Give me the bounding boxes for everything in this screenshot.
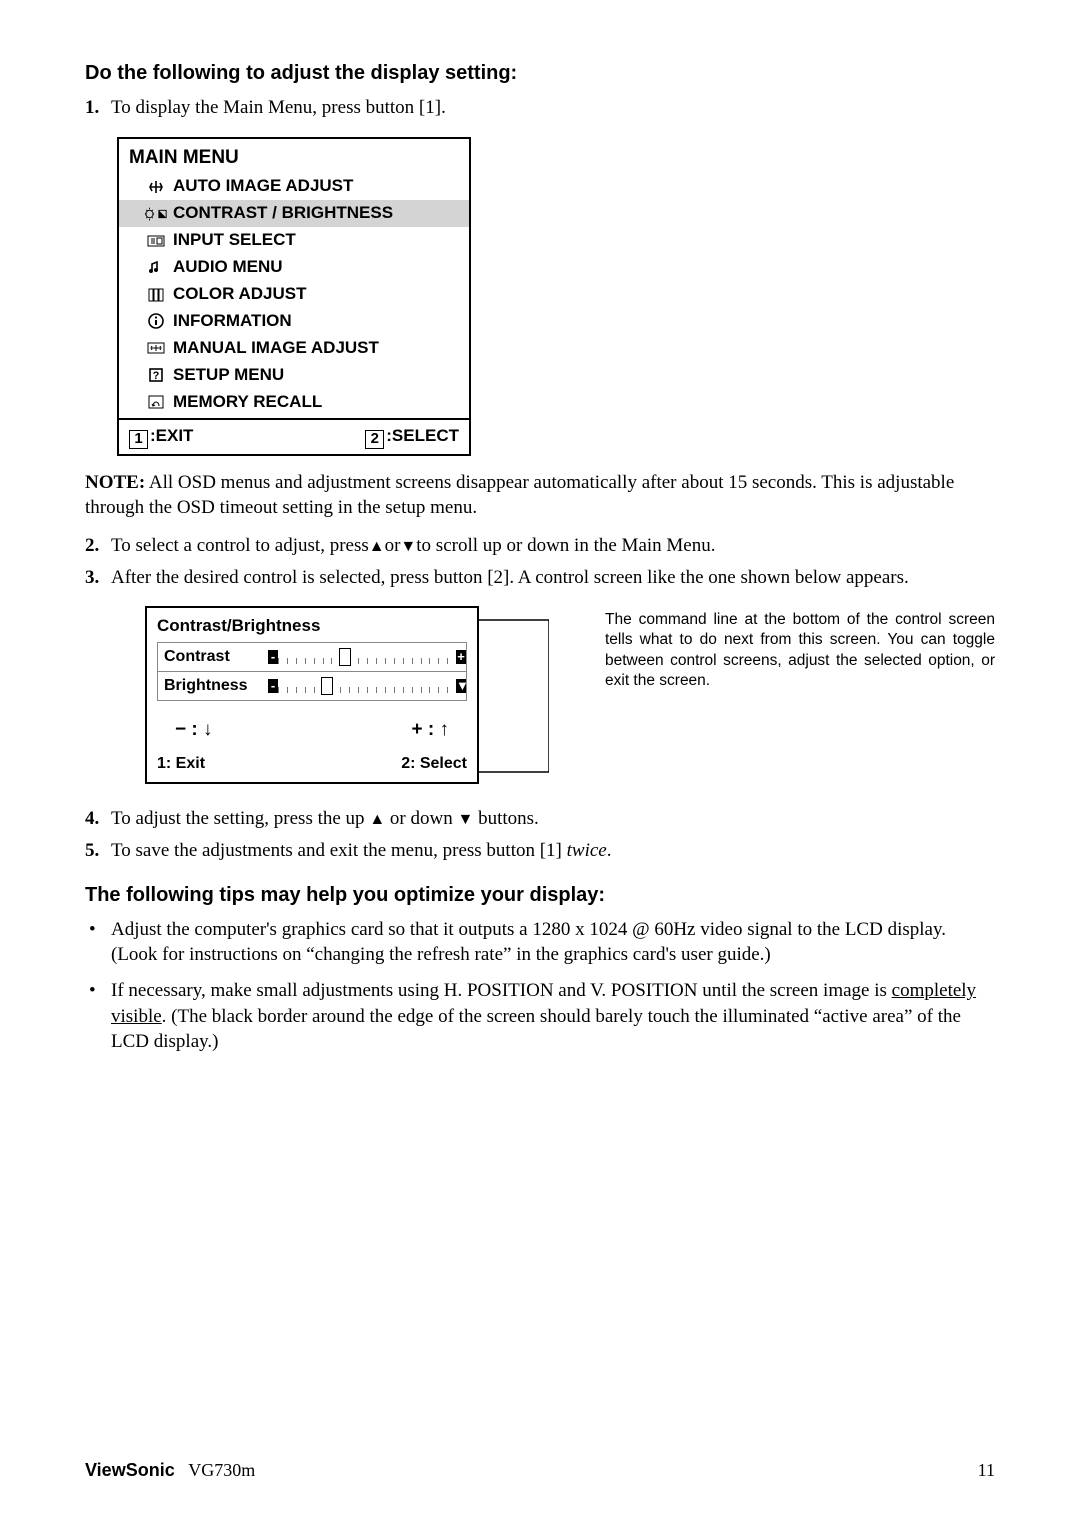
step-1: 1. To display the Main Menu, press butto… xyxy=(85,95,995,121)
step-3-text: After the desired control is selected, p… xyxy=(111,565,995,591)
memory-recall-icon xyxy=(139,393,173,411)
color-adjust-icon xyxy=(139,286,173,304)
step-2: 2. To select a control to adjust, press▲… xyxy=(85,533,995,559)
step-3-num: 3. xyxy=(85,565,111,591)
contrast-slider[interactable]: - + xyxy=(268,647,466,667)
cb-callout-note: The command line at the bottom of the co… xyxy=(549,606,995,784)
down-arrow-icon: ▼ xyxy=(457,811,473,828)
menu-label: AUTO IMAGE ADJUST xyxy=(173,175,353,198)
menu-item-setup-menu[interactable]: ? SETUP MENU xyxy=(119,362,469,389)
step-5-twice: twice xyxy=(567,840,607,861)
step-3: 3. After the desired control is selected… xyxy=(85,565,995,591)
menu-item-auto-image-adjust[interactable]: AUTO IMAGE ADJUST xyxy=(119,173,469,200)
menu-label: INFORMATION xyxy=(173,310,292,333)
menu-label: COLOR ADJUST xyxy=(173,283,307,306)
osd-contrast-brightness: Contrast/Brightness Contrast - + Brightn… xyxy=(145,606,479,784)
key-2-box: 2 xyxy=(365,430,384,449)
input-select-icon xyxy=(139,232,173,250)
osd-main-menu-footer: 1:EXIT 2:SELECT xyxy=(119,418,469,454)
audio-menu-icon xyxy=(139,259,173,277)
contrast-brightness-icon xyxy=(139,206,173,222)
tip-2: • If necessary, make small adjustments u… xyxy=(85,978,995,1055)
cb-minus[interactable]: − : ↓ xyxy=(175,717,212,743)
step-5-num: 5. xyxy=(85,838,111,864)
down-arrow-icon: ↓ xyxy=(203,719,213,740)
menu-item-input-select[interactable]: INPUT SELECT xyxy=(119,227,469,254)
callout-lines xyxy=(479,606,549,784)
brightness-slider[interactable]: - ▼ xyxy=(268,676,466,696)
section-heading-adjust: Do the following to adjust the display s… xyxy=(85,60,995,87)
step-5: 5. To save the adjustments and exit the … xyxy=(85,838,995,864)
tip-1-text: Adjust the computer's graphics card so t… xyxy=(111,917,995,968)
foot-exit-label: :EXIT xyxy=(150,426,193,445)
page-footer: ViewSonic VG730m 11 xyxy=(85,1458,995,1482)
setup-menu-icon: ? xyxy=(139,366,173,384)
cb-adjust-row: − : ↓ + : ↑ xyxy=(147,707,477,749)
footer-brand: ViewSonic xyxy=(85,1460,175,1480)
step-5-text: To save the adjustments and exit the men… xyxy=(111,838,995,864)
foot-select-label: :SELECT xyxy=(386,426,459,445)
step-4-num: 4. xyxy=(85,806,111,832)
menu-label: CONTRAST / BRIGHTNESS xyxy=(173,202,393,225)
menu-label: INPUT SELECT xyxy=(173,229,296,252)
tip-1: • Adjust the computer's graphics card so… xyxy=(85,917,995,968)
step-2-text: To select a control to adjust, press▲or▼… xyxy=(111,533,995,559)
section-heading-tips: The following tips may help you optimize… xyxy=(85,882,995,909)
menu-item-information[interactable]: INFORMATION xyxy=(119,308,469,335)
up-arrow-icon: ↑ xyxy=(440,719,450,740)
menu-label: AUDIO MENU xyxy=(173,256,283,279)
contrast-brightness-figure: Contrast/Brightness Contrast - + Brightn… xyxy=(85,606,995,784)
menu-label: MEMORY RECALL xyxy=(173,391,322,414)
cb-plus[interactable]: + : ↑ xyxy=(412,717,449,743)
footer-page-number: 11 xyxy=(978,1458,995,1482)
step-1-text: To display the Main Menu, press button [… xyxy=(111,95,995,121)
cb-row-brightness[interactable]: Brightness - ▼ xyxy=(158,671,466,700)
cb-title: Contrast/Brightness xyxy=(147,608,477,638)
note-text: All OSD menus and adjustment screens dis… xyxy=(85,472,954,519)
auto-image-adjust-icon xyxy=(139,178,173,196)
tip-2-text: If necessary, make small adjustments usi… xyxy=(111,978,995,1055)
svg-text:?: ? xyxy=(153,370,160,382)
menu-item-memory-recall[interactable]: MEMORY RECALL xyxy=(119,389,469,418)
footer-model: VG730m xyxy=(188,1460,255,1480)
up-arrow-icon: ▲ xyxy=(369,811,385,828)
cb-label-brightness: Brightness xyxy=(158,675,268,697)
information-icon xyxy=(139,312,173,330)
step-4: 4. To adjust the setting, press the up ▲… xyxy=(85,806,995,832)
menu-item-manual-image-adjust[interactable]: MANUAL IMAGE ADJUST xyxy=(119,335,469,362)
foot-exit[interactable]: 1:EXIT xyxy=(129,425,193,449)
key-1-box: 1 xyxy=(129,430,148,449)
foot-select[interactable]: 2:SELECT xyxy=(365,425,459,449)
menu-item-color-adjust[interactable]: COLOR ADJUST xyxy=(119,281,469,308)
cb-footer: 1: Exit 2: Select xyxy=(147,749,477,783)
osd-main-menu-title: MAIN MENU xyxy=(119,139,469,174)
step-4-text: To adjust the setting, press the up ▲ or… xyxy=(111,806,995,832)
bullet-dot: • xyxy=(85,978,111,1055)
cb-row-contrast[interactable]: Contrast - + xyxy=(158,643,466,671)
osd-main-menu: MAIN MENU AUTO IMAGE ADJUST CONTRAST / B… xyxy=(117,137,471,456)
down-arrow-icon: ▼ xyxy=(400,538,416,555)
bullet-dot: • xyxy=(85,917,111,968)
up-arrow-icon: ▲ xyxy=(369,538,385,555)
cb-label-contrast: Contrast xyxy=(158,646,268,668)
menu-item-audio-menu[interactable]: AUDIO MENU xyxy=(119,254,469,281)
step-1-num: 1. xyxy=(85,95,111,121)
manual-image-adjust-icon xyxy=(139,339,173,357)
cb-foot-exit[interactable]: 1: Exit xyxy=(157,753,205,775)
note-label: NOTE: xyxy=(85,472,145,493)
menu-item-contrast-brightness[interactable]: CONTRAST / BRIGHTNESS xyxy=(119,200,469,227)
cb-foot-select[interactable]: 2: Select xyxy=(401,753,467,775)
menu-label: SETUP MENU xyxy=(173,364,284,387)
menu-label: MANUAL IMAGE ADJUST xyxy=(173,337,379,360)
note-paragraph: NOTE: All OSD menus and adjustment scree… xyxy=(85,470,995,521)
step-2-num: 2. xyxy=(85,533,111,559)
